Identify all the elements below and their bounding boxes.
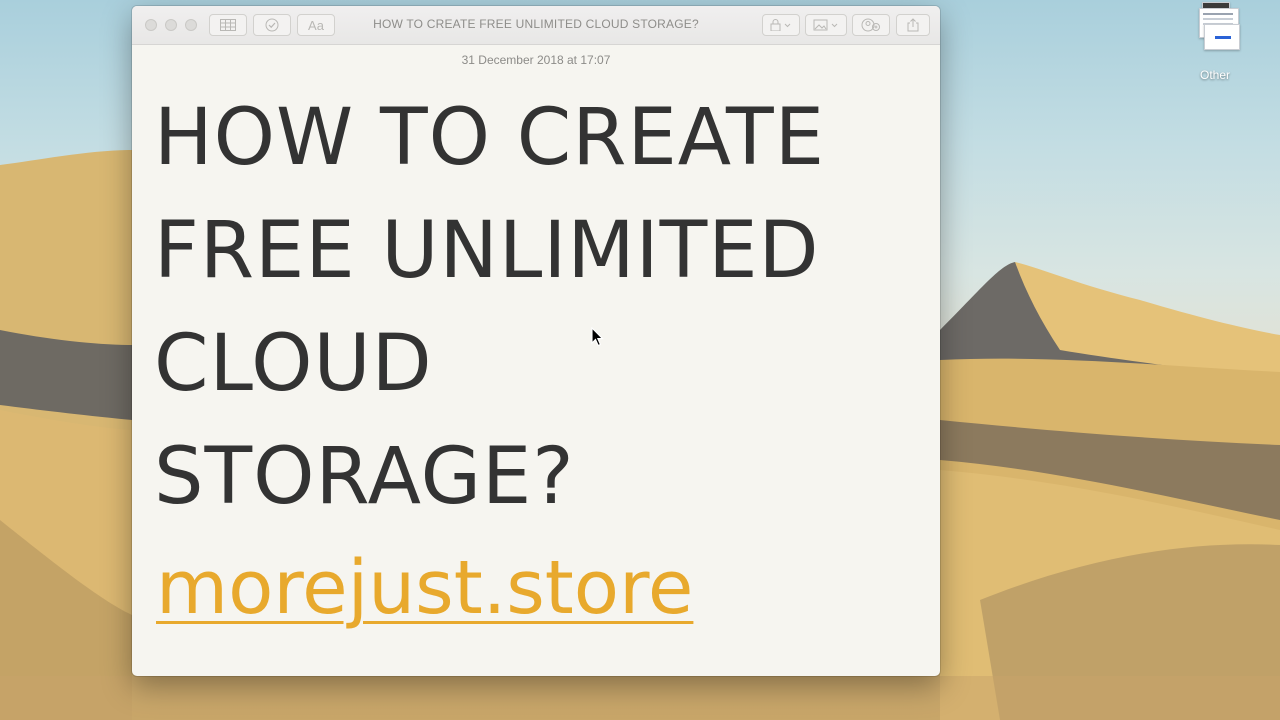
lock-icon bbox=[770, 19, 791, 31]
media-icon bbox=[813, 19, 838, 31]
mouse-pointer-icon bbox=[591, 327, 604, 347]
checklist-button[interactable] bbox=[253, 14, 291, 36]
format-button[interactable]: Aa bbox=[297, 14, 335, 36]
minimize-button[interactable] bbox=[165, 19, 177, 31]
desktop-icon-other[interactable]: Other bbox=[1180, 0, 1250, 82]
share-icon bbox=[907, 18, 919, 32]
desktop: Other Aa HOW TO CREATE FREE UNLIMITED CL… bbox=[0, 0, 1280, 720]
share-button[interactable] bbox=[896, 14, 930, 36]
window-titlebar[interactable]: Aa HOW TO CREATE FREE UNLIMITED CLOUD ST… bbox=[132, 6, 940, 45]
window-title: HOW TO CREATE FREE UNLIMITED CLOUD STORA… bbox=[373, 17, 699, 31]
lock-button[interactable] bbox=[762, 14, 800, 36]
table-button[interactable] bbox=[209, 14, 247, 36]
close-button[interactable] bbox=[145, 19, 157, 31]
note-heading-line: HOW TO CREATE bbox=[154, 93, 825, 183]
note-heading-line: FREE UNLIMITED bbox=[154, 206, 820, 296]
collaborate-button[interactable] bbox=[852, 14, 890, 36]
note-heading-line: CLOUD bbox=[154, 319, 433, 409]
screenshot-stack-icon bbox=[1190, 2, 1240, 52]
note-link[interactable]: morejust.store bbox=[156, 538, 693, 638]
collaborate-icon bbox=[861, 18, 880, 32]
dune-bottom bbox=[0, 676, 1280, 720]
checklist-icon bbox=[265, 18, 279, 32]
media-button[interactable] bbox=[805, 14, 847, 36]
zoom-button[interactable] bbox=[185, 19, 197, 31]
note-heading[interactable]: HOW TO CREATE FREE UNLIMITED CLOUD STORA… bbox=[154, 82, 914, 534]
table-icon bbox=[220, 19, 236, 31]
format-icon: Aa bbox=[308, 17, 324, 33]
note-date: 31 December 2018 at 17:07 bbox=[461, 53, 611, 67]
notes-window: Aa HOW TO CREATE FREE UNLIMITED CLOUD ST… bbox=[132, 6, 940, 676]
desktop-icon-label: Other bbox=[1199, 68, 1230, 82]
note-heading-line: STORAGE? bbox=[154, 432, 575, 522]
